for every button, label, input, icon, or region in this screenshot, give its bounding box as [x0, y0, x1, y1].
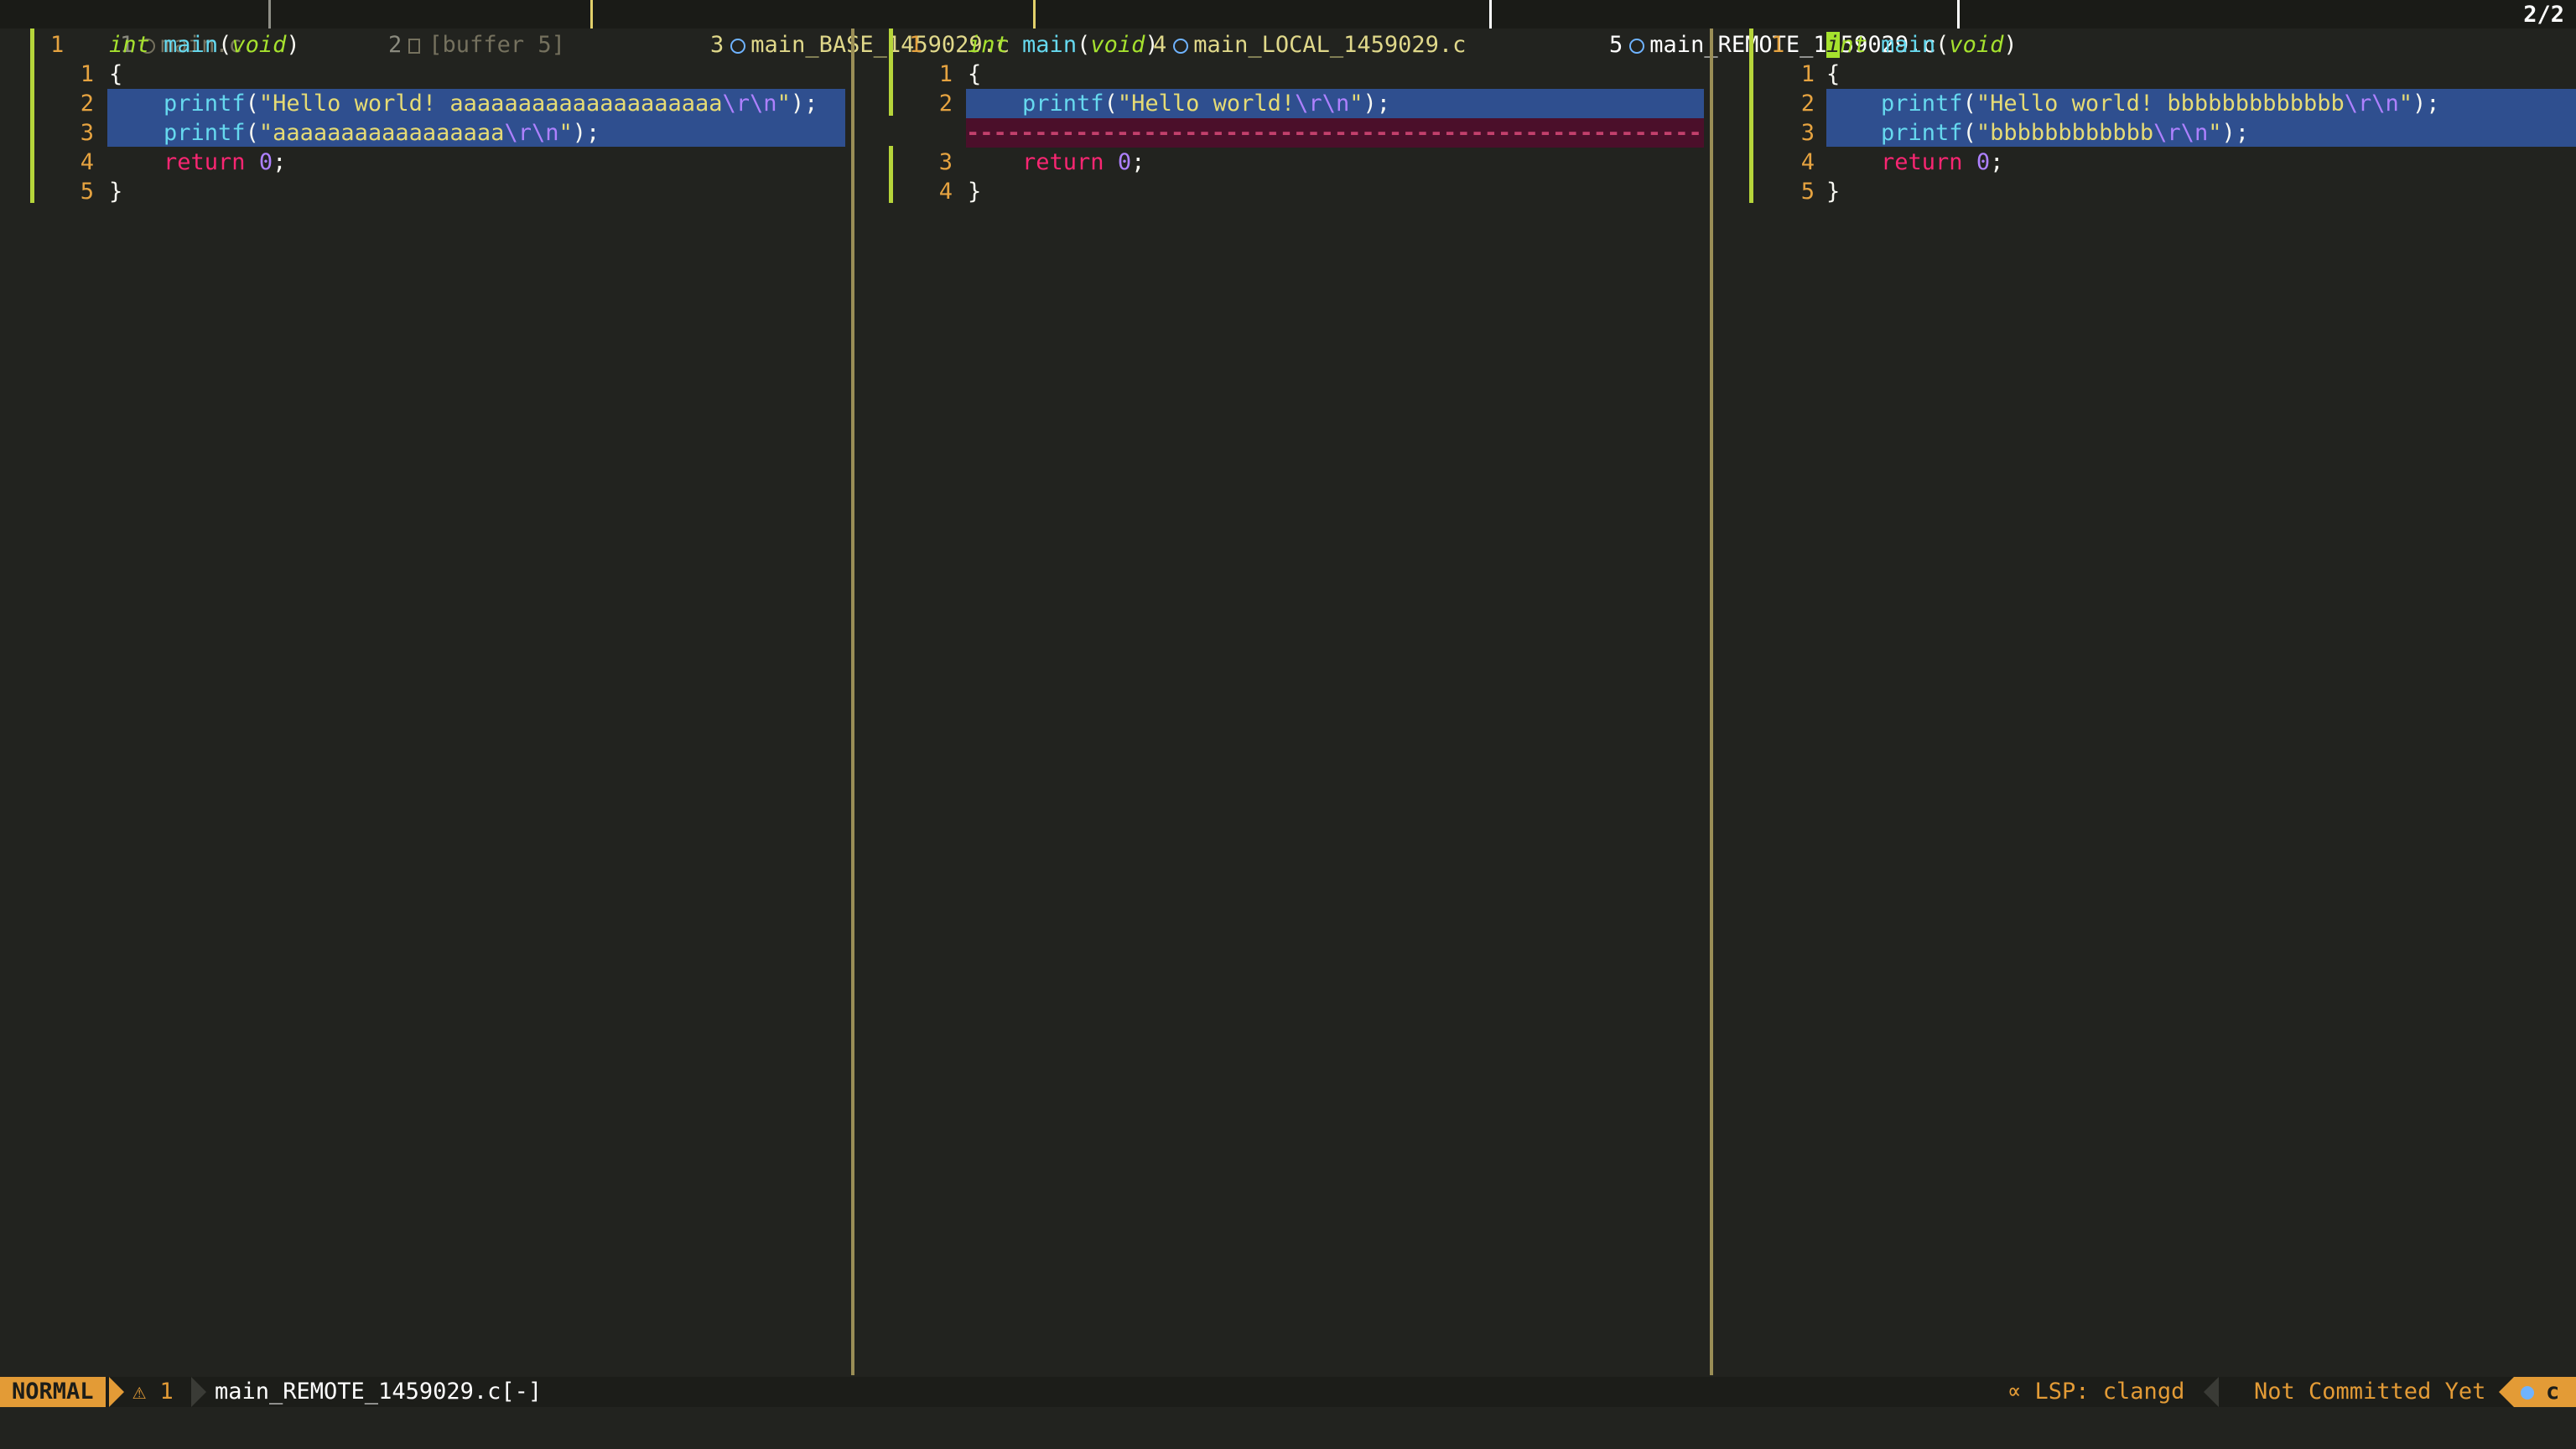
- code-line[interactable]: printf("Hello world! aaaaaaaaaaaaaaaaaaa…: [109, 89, 818, 118]
- pane-local[interactable]: ----------------------------------------…: [855, 29, 1711, 1375]
- line-number: 1: [80, 61, 94, 87]
- code-line[interactable]: }: [1826, 177, 1840, 206]
- diff-gutter-bar: [889, 146, 893, 203]
- code-line[interactable]: }: [109, 177, 122, 206]
- tab-separator: [1489, 0, 1492, 29]
- tab-main-local[interactable]: 4 main_LOCAL_1459029.c: [1098, 0, 1466, 58]
- line-number: 3: [1800, 120, 1815, 146]
- powerline-arrow: [109, 1377, 124, 1407]
- line-number: 1: [1800, 61, 1815, 87]
- filetype-label: c: [2546, 1379, 2560, 1405]
- lsp-label: LSP: clangd: [2034, 1379, 2185, 1405]
- diff-gutter-bar: [30, 29, 34, 203]
- code-line[interactable]: printf("Hello world!\r\n");: [968, 89, 1390, 118]
- command-line[interactable]: [0, 1407, 2576, 1442]
- c-file-icon: [2521, 1386, 2534, 1400]
- tab-main-c[interactable]: 1 main.c: [65, 0, 242, 58]
- diagnostics-warning-count[interactable]: ⚠ 1: [132, 1377, 174, 1407]
- line-number: 2: [1800, 91, 1815, 117]
- line-number: 5: [1800, 179, 1815, 205]
- mode-indicator: NORMAL: [0, 1377, 106, 1407]
- powerline-arrow: [2204, 1377, 2219, 1407]
- line-number: 2: [80, 91, 94, 117]
- code-line[interactable]: {: [1826, 60, 1840, 89]
- line-number: 4: [938, 179, 953, 205]
- code-line[interactable]: int main(void): [1826, 30, 2018, 60]
- powerline-arrow: [191, 1377, 206, 1407]
- line-number: 1: [938, 61, 953, 87]
- statusline: NORMAL ⚠ 1 main_REMOTE_1459029.c[-] ∝ LS…: [0, 1377, 2576, 1407]
- code-line[interactable]: printf("bbbbbbbbbbbb\r\n");: [1826, 118, 2249, 148]
- tabline: 1 main.c 2 [buffer 5] 3 main_BASE_1459029.c…: [0, 0, 2576, 58]
- git-blame-status: Not Committed Yet: [2254, 1379, 2486, 1405]
- code-line[interactable]: int main(void): [109, 30, 300, 60]
- pane-base[interactable]: 1 int main(void) 1 { 2 printf("Hello wor…: [0, 29, 852, 1375]
- line-number: 3: [80, 120, 94, 146]
- window-split-divider[interactable]: [1710, 29, 1713, 1375]
- tab-page-count: 2/2: [2523, 2, 2564, 28]
- code-line[interactable]: return 0;: [1826, 148, 2003, 177]
- tab-separator: [268, 0, 271, 29]
- line-number: 5: [80, 179, 94, 205]
- code-line[interactable]: return 0;: [968, 148, 1145, 177]
- line-number: 4: [1800, 149, 1815, 175]
- diff-gutter-bar: [1749, 29, 1753, 203]
- lsp-icon: ∝: [2007, 1379, 2035, 1405]
- powerline-arrow: [2499, 1377, 2514, 1407]
- code-line[interactable]: {: [109, 60, 122, 89]
- window-split-divider[interactable]: [851, 29, 854, 1375]
- code-line[interactable]: int main(void): [968, 30, 1159, 60]
- diff-deleted-filler: ----------------------------------------…: [966, 118, 1704, 148]
- filetype-indicator: c: [2514, 1377, 2576, 1407]
- code-line[interactable]: printf("aaaaaaaaaaaaaaaaa\r\n");: [109, 118, 600, 148]
- code-line[interactable]: printf("Hello world! bbbbbbbbbbbbb\r\n")…: [1826, 89, 2440, 118]
- tab-main-remote[interactable]: 5 main_REMOTE_1459029.c: [1555, 0, 1936, 58]
- line-number: 3: [938, 149, 953, 175]
- line-number: 1: [909, 32, 923, 58]
- line-number: 1: [1771, 32, 1785, 58]
- tab-main-base[interactable]: 3 main_BASE_1459029.c: [656, 0, 1010, 58]
- diff-gutter-bar: [889, 29, 893, 116]
- tab-separator: [1957, 0, 1960, 29]
- code-line[interactable]: {: [968, 60, 981, 89]
- tab-separator: [1033, 0, 1036, 29]
- tab-separator: [590, 0, 593, 29]
- line-number: 2: [938, 91, 953, 117]
- code-line[interactable]: return 0;: [109, 148, 286, 177]
- line-number: 1: [50, 32, 65, 58]
- text-cursor: i: [1826, 32, 1841, 58]
- lsp-status[interactable]: ∝ LSP: clangd: [2007, 1377, 2184, 1407]
- pane-remote[interactable]: 1 int main(void) 1 { 2 printf("Hello wor…: [1714, 29, 2576, 1375]
- code-line[interactable]: }: [968, 177, 981, 206]
- status-filename: main_REMOTE_1459029.c[-]: [215, 1379, 543, 1405]
- tab-buffer-5[interactable]: 2 [buffer 5]: [334, 0, 565, 58]
- line-number: 4: [80, 149, 94, 175]
